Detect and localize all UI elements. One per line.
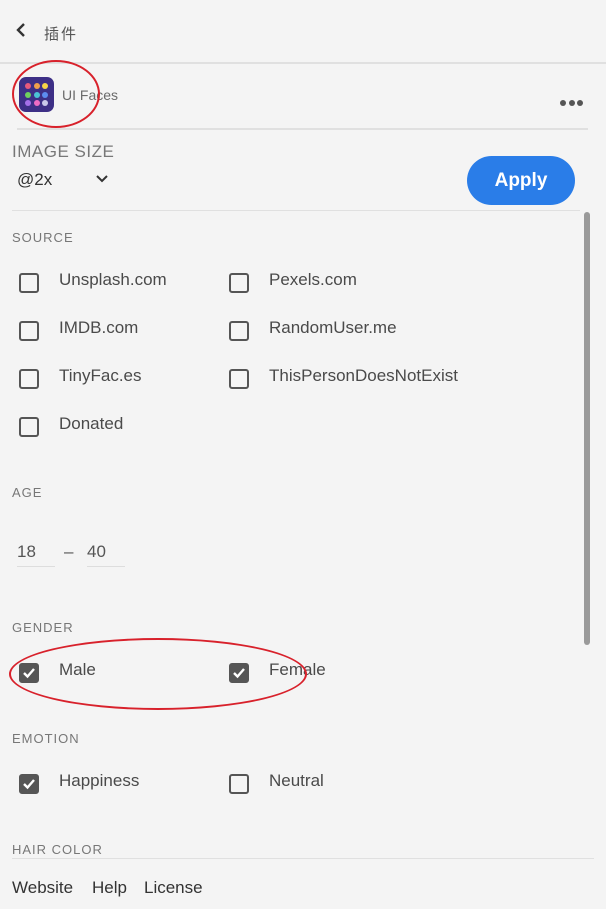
- image-size-select[interactable]: @2x: [17, 170, 112, 192]
- website-link[interactable]: Website: [12, 878, 73, 898]
- age-max-input[interactable]: 40: [87, 542, 125, 567]
- image-size-label: IMAGE SIZE: [12, 142, 115, 161]
- ui-faces-app-icon: [19, 77, 54, 112]
- checkbox-label-imdb[interactable]: IMDB.com: [59, 318, 138, 338]
- more-options-icon[interactable]: [560, 93, 588, 106]
- checkbox-imdb[interactable]: [19, 321, 39, 341]
- emotion-label: EMOTION: [12, 731, 80, 746]
- source-label: SOURCE: [12, 230, 74, 245]
- header-divider: [17, 128, 588, 130]
- checkbox-female[interactable]: [229, 663, 249, 683]
- hair-color-label: HAIR COLOR: [12, 842, 103, 857]
- plugin-name: UI Faces: [62, 87, 119, 103]
- top-bar: 插件: [0, 0, 606, 62]
- license-link[interactable]: License: [144, 878, 203, 898]
- checkbox-label-donated[interactable]: Donated: [59, 414, 123, 434]
- chevron-down-icon: [96, 175, 108, 183]
- checkbox-label-male[interactable]: Male: [59, 660, 96, 680]
- gender-label: GENDER: [12, 620, 74, 635]
- age-min-input[interactable]: 18: [17, 542, 55, 567]
- section-divider: [12, 210, 580, 211]
- checkbox-label-happiness[interactable]: Happiness: [59, 771, 139, 791]
- checkbox-neutral[interactable]: [229, 774, 249, 794]
- checkmark-icon: [233, 668, 245, 679]
- age-separator: –: [64, 542, 74, 561]
- footer-divider: [12, 858, 594, 859]
- help-link[interactable]: Help: [92, 878, 127, 898]
- age-label: AGE: [12, 485, 43, 500]
- checkbox-label-pexels[interactable]: Pexels.com: [269, 270, 357, 290]
- checkbox-unsplash[interactable]: [19, 273, 39, 293]
- checkmark-icon: [23, 779, 35, 790]
- back-chevron-icon[interactable]: [14, 20, 30, 40]
- checkbox-label-randomuser[interactable]: RandomUser.me: [269, 318, 397, 338]
- apply-button[interactable]: Apply: [467, 156, 575, 205]
- annotation-circle-gender: [9, 638, 307, 710]
- checkbox-label-female[interactable]: Female: [269, 660, 326, 680]
- checkmark-icon: [23, 668, 35, 679]
- checkbox-label-thispersondoesnotexist[interactable]: ThisPersonDoesNotExist: [269, 366, 458, 386]
- checkbox-randomuser[interactable]: [229, 321, 249, 341]
- checkbox-label-unsplash[interactable]: Unsplash.com: [59, 270, 167, 290]
- checkbox-label-neutral[interactable]: Neutral: [269, 771, 324, 791]
- checkbox-happiness[interactable]: [19, 774, 39, 794]
- top-divider: [0, 62, 606, 64]
- image-size-value: @2x: [17, 170, 53, 189]
- scrollbar-thumb[interactable]: [584, 212, 590, 645]
- checkbox-male[interactable]: [19, 663, 39, 683]
- checkbox-thispersondoesnotexist[interactable]: [229, 369, 249, 389]
- checkbox-tinyfaces[interactable]: [19, 369, 39, 389]
- checkbox-pexels[interactable]: [229, 273, 249, 293]
- panel-title: 插件: [44, 26, 79, 43]
- checkbox-donated[interactable]: [19, 417, 39, 437]
- checkbox-label-tinyfaces[interactable]: TinyFac.es: [59, 366, 142, 386]
